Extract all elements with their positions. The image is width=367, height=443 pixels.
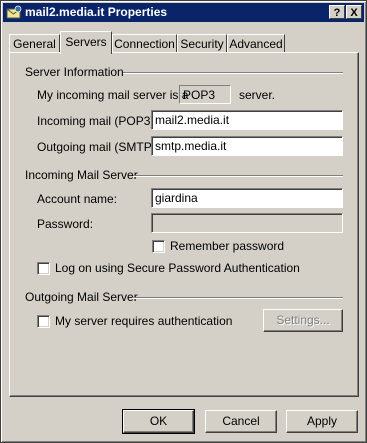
remember-password-checkbox[interactable] — [152, 240, 165, 253]
spa-logon-checkbox[interactable] — [37, 262, 50, 275]
cancel-button[interactable]: Cancel — [205, 410, 277, 433]
close-button[interactable]: X — [346, 5, 362, 19]
group-divider — [132, 297, 343, 299]
remember-password-label: Remember password — [170, 239, 285, 253]
incoming-mail-field[interactable]: mail2.media.it — [151, 110, 343, 130]
requires-auth-checkbox[interactable] — [37, 315, 50, 328]
incoming-mail-label: Incoming mail (POP3): — [37, 114, 158, 128]
server-info-group-label: Server Information — [25, 65, 124, 79]
incoming-server-group-label: Incoming Mail Server — [25, 168, 138, 182]
mail-account-icon — [6, 5, 22, 20]
outgoing-mail-label: Outgoing mail (SMTP): — [37, 140, 160, 154]
tab-general[interactable]: General — [9, 34, 60, 53]
tab-connection[interactable]: Connection — [112, 34, 177, 53]
settings-button[interactable]: Settings... — [263, 309, 343, 332]
properties-dialog: mail2.media.it Properties ? X General Se… — [0, 0, 367, 443]
outgoing-server-group-label: Outgoing Mail Server — [25, 290, 138, 304]
requires-auth-label: My server requires authentication — [55, 314, 233, 328]
group-divider — [123, 72, 343, 74]
apply-button[interactable]: Apply — [286, 410, 358, 433]
outgoing-mail-field[interactable]: smtp.media.it — [151, 136, 343, 156]
title-bar[interactable]: mail2.media.it Properties ? X — [3, 3, 364, 22]
servers-tab-panel: Server Information My incoming mail serv… — [9, 52, 359, 397]
incoming-server-type-suffix: server. — [239, 88, 276, 102]
account-name-label: Account name: — [37, 192, 118, 206]
password-label: Password: — [37, 217, 94, 231]
spa-logon-label: Log on using Secure Password Authenticat… — [55, 261, 300, 275]
ok-button[interactable]: OK — [122, 409, 195, 434]
server-type-value: POP3 — [179, 85, 231, 104]
password-field[interactable] — [151, 213, 343, 233]
group-divider — [133, 175, 343, 177]
tab-advanced[interactable]: Advanced — [227, 34, 285, 53]
account-name-field[interactable]: giardina — [151, 188, 343, 208]
window-title: mail2.media.it Properties — [25, 5, 168, 19]
tab-security[interactable]: Security — [177, 34, 227, 53]
tab-servers[interactable]: Servers — [60, 31, 112, 54]
incoming-server-type-prefix: My incoming mail server is a — [37, 88, 189, 102]
help-button[interactable]: ? — [329, 5, 345, 19]
